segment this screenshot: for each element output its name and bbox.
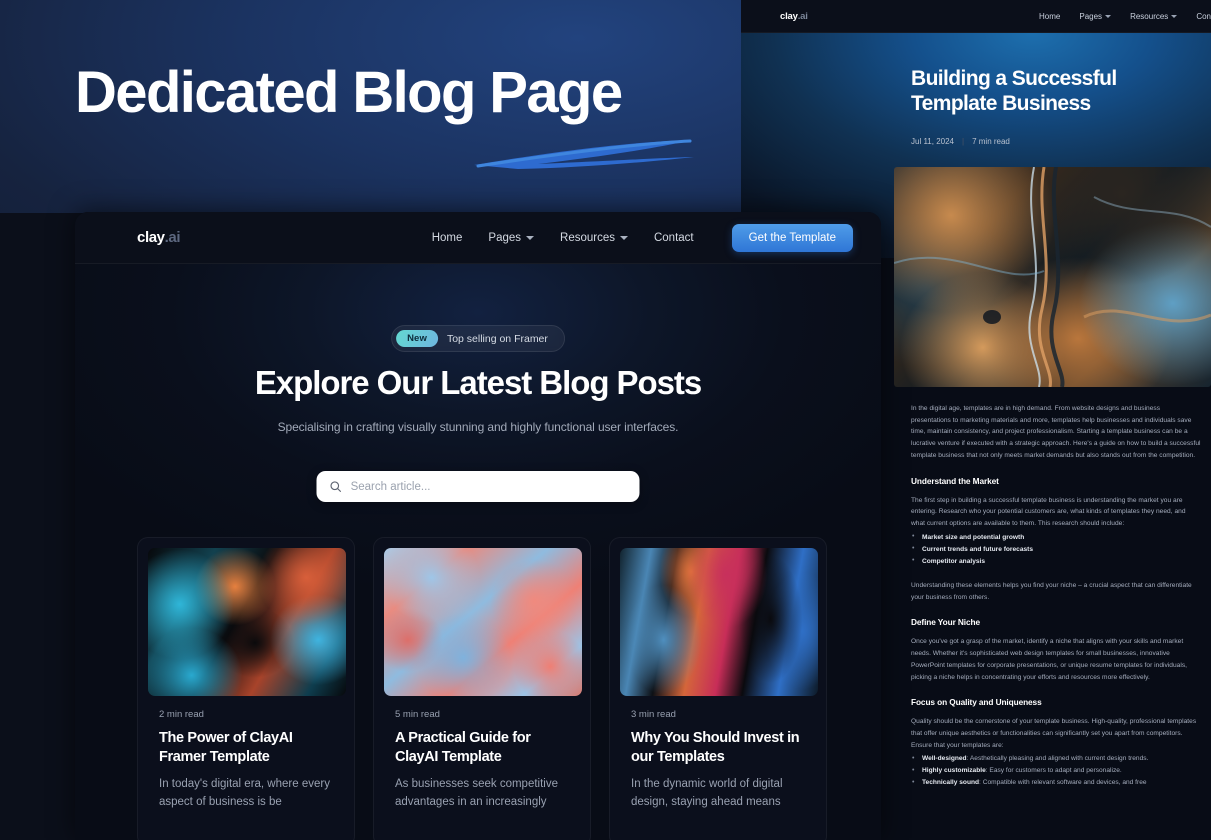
main-navbar: clay.ai Home Pages Resources Contact Get… — [75, 212, 881, 264]
nav-link-label: Home — [431, 231, 463, 244]
blog-card-body: 2 min read The Power of ClayAI Framer Te… — [148, 696, 344, 811]
article-section-heading-1: Understand the Market — [911, 475, 999, 486]
nav-link-home[interactable]: Home — [432, 232, 463, 244]
list-item: Competitor analysis — [911, 555, 1201, 568]
nav-link-resources[interactable]: Resources — [1130, 11, 1178, 21]
badge-new-label: New — [396, 330, 438, 347]
underline-swoosh-icon — [474, 139, 694, 169]
nav-link-resources[interactable]: Resources — [560, 232, 628, 244]
nav-link-label: Pages — [1079, 11, 1103, 21]
main-logo[interactable]: clay.ai — [137, 229, 181, 246]
article-section-heading-3: Focus on Quality and Uniqueness — [911, 697, 1042, 708]
nav-link-pages[interactable]: Pages — [1079, 11, 1112, 21]
article-section-paragraph-3: Quality should be the cornerstone of you… — [911, 718, 1197, 749]
badge-description: Top selling on Framer — [446, 332, 548, 345]
nav-link-pages[interactable]: Pages — [488, 231, 535, 244]
get-the-template-button[interactable]: Get the Template — [731, 223, 853, 252]
blog-card-title: A Practical Guide for ClayAI Template — [395, 730, 531, 766]
article-title: Building a Successful Template Business — [911, 67, 1117, 116]
screenshot-root: Dedicated Blog Page clay.ai Home Pages R… — [0, 0, 1211, 840]
nav-link-label: Resources — [1130, 11, 1169, 21]
chevron-down-icon — [526, 235, 535, 240]
logo-main-text: clay — [780, 10, 798, 22]
blog-card-excerpt: In today's digital era, where every aspe… — [159, 778, 330, 808]
article-section-closing-1: Understanding these elements helps you f… — [911, 581, 1192, 601]
logo-suffix-text: .ai — [164, 229, 181, 246]
bullet-bold-text: Highly customizable — [922, 767, 986, 775]
article-hero-image — [894, 167, 1211, 387]
list-item: Technically sound: Compatible with relev… — [911, 777, 1201, 790]
nav-link-home[interactable]: Home — [1039, 12, 1060, 21]
search-bar[interactable] — [316, 471, 640, 502]
hero-backdrop: Dedicated Blog Page — [0, 0, 741, 213]
blog-card-read-time: 5 min read — [395, 709, 440, 720]
marble-swirl-decoration — [894, 167, 1211, 387]
blog-card-grid: 2 min read The Power of ClayAI Framer Te… — [137, 537, 827, 840]
bullet-bold-text: Technically sound — [922, 779, 980, 787]
blog-card[interactable]: 5 min read A Practical Guide for ClayAI … — [373, 537, 591, 840]
search-icon — [330, 481, 342, 492]
article-body: In the digital age, templates are in hig… — [911, 403, 1201, 801]
hero-title: Dedicated Blog Page — [75, 60, 623, 125]
article-panel-logo[interactable]: clay.ai — [780, 11, 808, 22]
bullet-bold-text: Market size and potential growth — [922, 533, 1025, 541]
chevron-down-icon — [1171, 14, 1178, 18]
search-input[interactable] — [350, 480, 627, 493]
article-bullet-list-3: Well-designed: Aesthetically pleasing an… — [911, 753, 1201, 790]
nav-link-contact[interactable]: Con — [1196, 12, 1211, 21]
article-bullet-list-1: Market size and potential growth Current… — [911, 531, 1201, 568]
nav-link-contact[interactable]: Contact — [654, 232, 694, 244]
status-badge[interactable]: New Top selling on Framer — [391, 325, 565, 352]
nav-link-label: Home — [1039, 11, 1061, 21]
chevron-down-icon — [1105, 14, 1112, 18]
blog-card-thumbnail — [148, 548, 346, 696]
nav-link-label: Pages — [488, 231, 522, 244]
bullet-rest-text: : Compatible with relevant software and … — [979, 779, 1147, 787]
list-item: Highly customizable: Easy for customers … — [911, 765, 1201, 778]
bullet-rest-text: : Aesthetically pleasing and aligned wit… — [966, 755, 1149, 763]
blog-card-thumbnail — [384, 548, 582, 696]
blog-card-read-time: 2 min read — [159, 709, 204, 720]
article-date: Jul 11, 2024 — [911, 137, 954, 146]
bullet-bold-text: Well-designed — [922, 755, 967, 763]
logo-suffix-text: .ai — [797, 10, 808, 22]
nav-link-label: Resources — [560, 231, 615, 244]
article-panel-navbar: clay.ai Home Pages Resources Con — [741, 0, 1211, 33]
nav-link-label: Con — [1196, 11, 1211, 21]
article-read-time: 7 min read — [972, 137, 1010, 146]
bullet-bold-text: Competitor analysis — [922, 557, 986, 565]
article-preview-panel: clay.ai Home Pages Resources Con Buildin… — [741, 0, 1211, 840]
bullet-rest-text: : Easy for customers to adapt and person… — [985, 767, 1122, 775]
article-panel-nav-links: Home Pages Resources Con — [1039, 12, 1211, 21]
article-content: Building a Successful Template Business … — [741, 33, 1211, 840]
meta-separator: | — [962, 137, 965, 146]
main-nav-links: Home Pages Resources Contact Get the Tem… — [432, 223, 853, 252]
list-item: Well-designed: Aesthetically pleasing an… — [911, 753, 1201, 766]
blog-card-excerpt: As businesses seek competitive advantage… — [395, 778, 558, 808]
article-section-heading-2: Define Your Niche — [911, 617, 980, 628]
article-section-paragraph-1: The first step in building a successful … — [911, 496, 1186, 528]
blog-card-body: 5 min read A Practical Guide for ClayAI … — [384, 696, 580, 811]
blog-card-title: The Power of ClayAI Framer Template — [159, 730, 293, 766]
bullet-bold-text: Current trends and future forecasts — [922, 545, 1034, 553]
list-item: Market size and potential growth — [911, 531, 1201, 544]
article-section-paragraph-2: Once you've got a grasp of the market, i… — [911, 638, 1188, 681]
article-meta: Jul 11, 2024 | 7 min read — [911, 137, 1010, 146]
logo-main-text: clay — [137, 229, 165, 246]
blog-card[interactable]: 2 min read The Power of ClayAI Framer Te… — [137, 537, 355, 840]
list-item: Current trends and future forecasts — [911, 543, 1201, 556]
nav-link-label: Contact — [653, 231, 694, 244]
chevron-down-icon — [619, 235, 628, 240]
article-intro-paragraph: In the digital age, templates are in hig… — [911, 405, 1201, 459]
